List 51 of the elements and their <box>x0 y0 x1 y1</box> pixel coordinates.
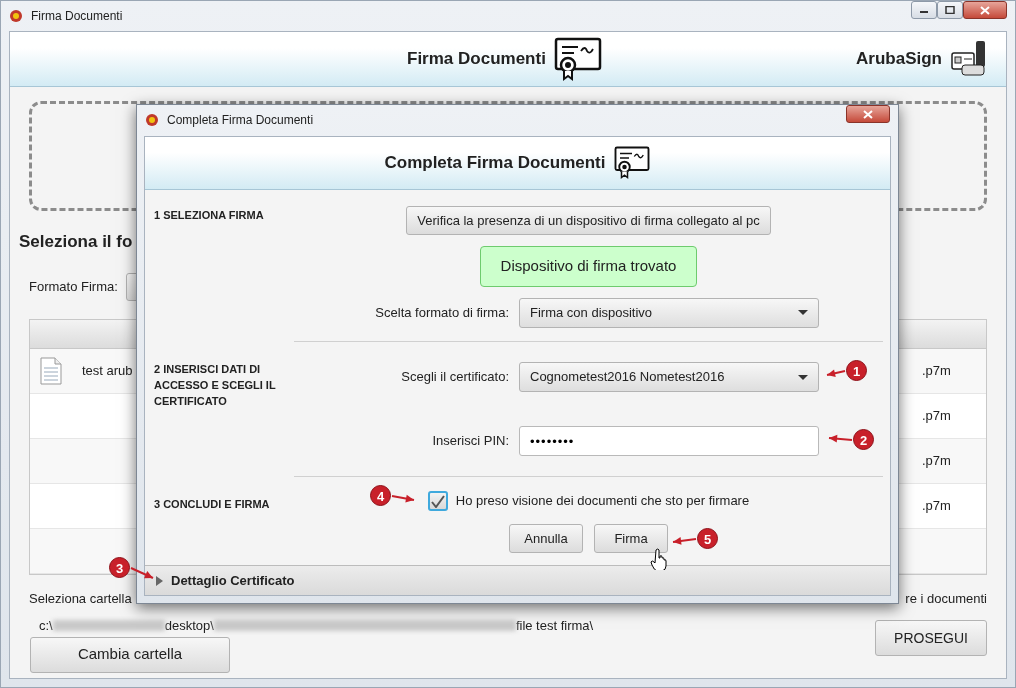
sign-button[interactable]: Firma <box>594 524 668 553</box>
certificate-icon <box>613 146 651 180</box>
signature-format-dropdown[interactable]: Firma con dispositivo <box>519 297 819 328</box>
pin-field[interactable]: •••••••• <box>519 426 819 456</box>
field-label: Scelta formato di firma: <box>374 303 510 322</box>
maximize-button[interactable] <box>937 1 963 19</box>
folder-label: re i documenti <box>905 589 987 608</box>
close-icon <box>863 109 873 119</box>
folder-label: Seleziona cartella <box>29 589 132 608</box>
app-icon <box>9 9 23 23</box>
field-label: Scegli il certificato: <box>400 368 510 387</box>
field-label: Inserisci PIN: <box>431 432 510 451</box>
file-extension: .p7m <box>922 361 951 380</box>
card-reader-icon <box>950 39 988 79</box>
verify-device-button[interactable]: Verifica la presenza di un dispositivo di firma collegato al pc <box>406 206 771 235</box>
format-label: Formato Firma: <box>29 277 118 296</box>
minimize-button[interactable] <box>911 1 937 19</box>
dialog-header-title: Completa Firma Documenti <box>384 152 606 175</box>
section-title: Seleziona il fo <box>19 231 133 253</box>
dialog-title: Completa Firma Documenti <box>167 112 314 129</box>
certificate-dropdown[interactable]: Cognometest2016 Nometest2016 <box>519 362 819 392</box>
file-extension: .p7m <box>922 406 951 425</box>
proceed-button[interactable]: PROSEGUI <box>875 620 987 656</box>
document-icon <box>40 356 62 385</box>
maximize-icon <box>945 6 955 14</box>
window-title: Firma Documenti <box>31 8 123 25</box>
file-extension: .p7m <box>922 451 951 470</box>
caret-icon <box>798 310 808 315</box>
file-name: test arub <box>82 361 133 380</box>
checkbox-label: Ho preso visione dei documenti che sto per firmare <box>455 492 750 511</box>
close-icon <box>980 5 990 15</box>
brand-name: ArubaSign <box>856 48 942 71</box>
details-toggle[interactable]: Dettaglio Certificato <box>145 565 890 595</box>
file-extension: .p7m <box>922 496 951 515</box>
checkmark-icon <box>430 494 445 508</box>
step-label: 2 INSERISCI DATI DI ACCESSO E SCEGLI IL CERTIFICATO <box>153 362 277 409</box>
close-button[interactable] <box>963 1 1007 19</box>
step-label: 3 CONCLUDI E FIRMA <box>153 497 271 512</box>
checkbox[interactable] <box>427 491 448 511</box>
expand-arrow-icon <box>155 575 163 586</box>
app-icon <box>145 113 159 127</box>
step-label: 1 SELEZIONA FIRMA <box>153 208 265 223</box>
caret-icon <box>798 374 808 380</box>
close-button[interactable] <box>846 105 890 123</box>
folder-path: c:\ desktop\ file test firma\ <box>39 617 594 635</box>
change-folder-button[interactable]: Cambia cartella <box>30 636 230 673</box>
certificate-icon <box>553 37 602 81</box>
hand-cursor-icon <box>650 548 668 570</box>
app-header-title: Firma Documenti <box>407 48 546 71</box>
cancel-button[interactable]: Annulla <box>509 524 583 553</box>
status-message: Dispositivo di firma trovato <box>479 246 698 287</box>
